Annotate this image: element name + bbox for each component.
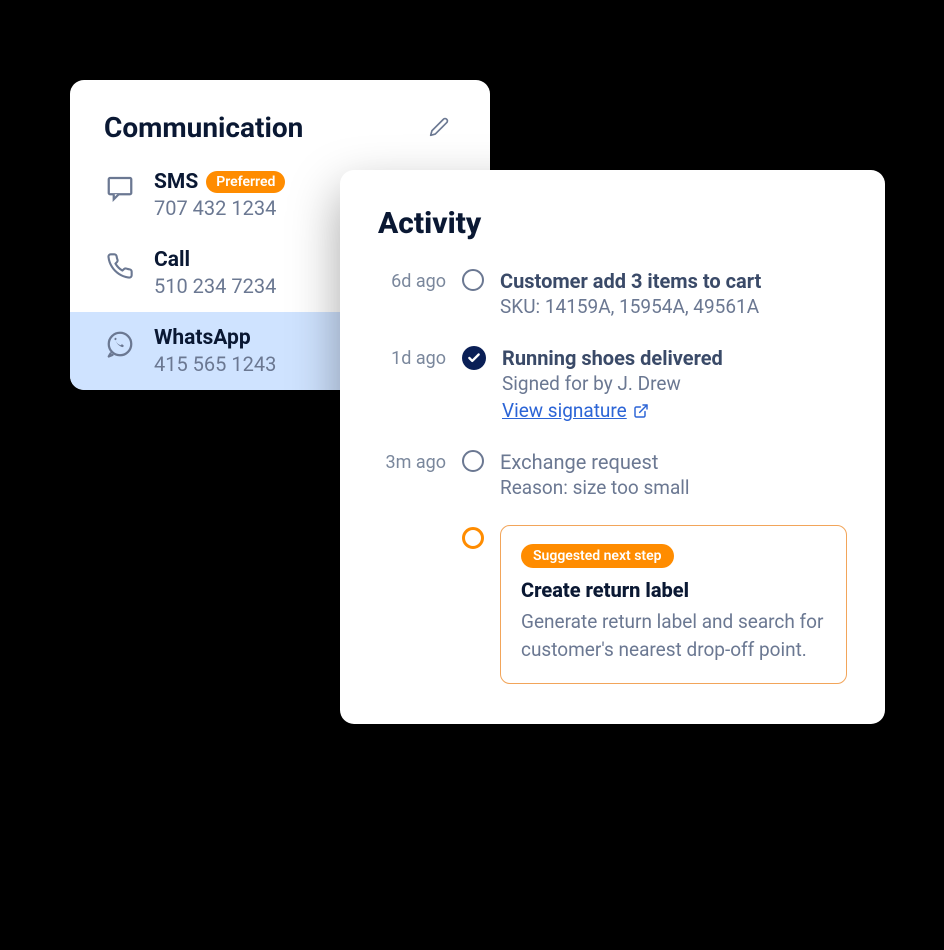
activity-item-cart: 6d ago Customer add 3 items to cart SKU:… xyxy=(378,269,847,318)
suggestion-title: Create return label xyxy=(521,578,826,602)
activity-line1: Running shoes delivered xyxy=(502,346,847,370)
communication-header: Communication xyxy=(70,110,490,156)
edit-button[interactable] xyxy=(422,110,456,144)
comm-value-sms: 707 432 1234 xyxy=(154,196,285,220)
activity-line2: SKU: 14159A, 15954A, 49561A xyxy=(500,295,847,318)
activity-line2: Reason: size too small xyxy=(500,476,847,499)
comm-label-whatsapp: WhatsApp xyxy=(154,326,276,350)
activity-title: Activity xyxy=(378,206,847,241)
circle-open-icon xyxy=(462,450,484,472)
view-signature-link[interactable]: View signature xyxy=(502,399,649,422)
preferred-badge: Preferred xyxy=(206,171,285,193)
activity-line1: Customer add 3 items to cart xyxy=(500,269,847,293)
suggestion-box[interactable]: Suggested next step Create return label … xyxy=(500,525,847,684)
activity-line2: Signed for by J. Drew xyxy=(502,372,847,395)
circle-open-icon xyxy=(462,269,484,291)
comm-label-sms: SMS xyxy=(154,170,198,194)
link-text: View signature xyxy=(502,399,627,422)
activity-item-exchange: 3m ago Exchange request Reason: size too… xyxy=(378,450,847,499)
activity-time-empty xyxy=(378,527,446,529)
activity-card: Activity 6d ago Customer add 3 items to … xyxy=(340,170,885,724)
external-link-icon xyxy=(633,403,649,419)
suggestion-desc: Generate return label and search for cus… xyxy=(521,608,826,663)
check-circle-icon xyxy=(462,346,486,370)
activity-item-delivered: 1d ago Running shoes delivered Signed fo… xyxy=(378,346,847,422)
comm-value-whatsapp: 415 565 1243 xyxy=(154,352,276,376)
activity-time: 3m ago xyxy=(378,450,446,473)
pencil-icon xyxy=(429,117,449,137)
activity-line1: Exchange request xyxy=(500,450,847,474)
sms-icon xyxy=(104,172,136,204)
activity-time: 6d ago xyxy=(378,269,446,292)
comm-label-call: Call xyxy=(154,248,276,272)
activity-time: 1d ago xyxy=(378,346,446,369)
circle-orange-icon xyxy=(462,527,484,549)
activity-suggestion: Suggested next step Create return label … xyxy=(378,527,847,684)
communication-title: Communication xyxy=(104,111,303,144)
comm-value-call: 510 234 7234 xyxy=(154,274,276,298)
phone-icon xyxy=(104,250,136,282)
whatsapp-icon xyxy=(104,328,136,360)
suggestion-badge: Suggested next step xyxy=(521,544,674,568)
